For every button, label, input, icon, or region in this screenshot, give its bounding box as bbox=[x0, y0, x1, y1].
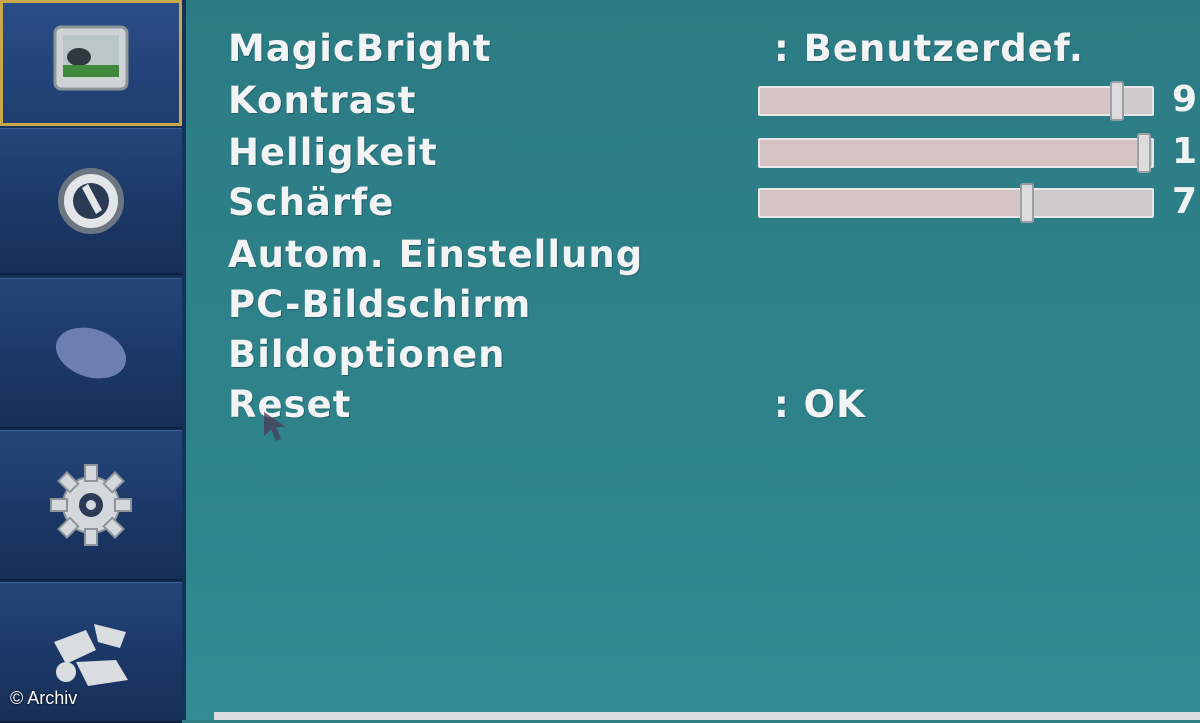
menu-item-schaerfe[interactable]: Schärfe bbox=[228, 180, 394, 226]
picture-icon bbox=[41, 13, 141, 113]
helligkeit-slider-thumb[interactable] bbox=[1137, 133, 1152, 173]
schaerfe-slider[interactable] bbox=[758, 183, 1154, 223]
helligkeit-slider[interactable] bbox=[758, 133, 1154, 173]
color-icon bbox=[46, 156, 136, 246]
kontrast-slider[interactable] bbox=[758, 81, 1154, 121]
helligkeit-number: 1 bbox=[1172, 132, 1198, 172]
tab-image-size[interactable] bbox=[0, 278, 182, 429]
helligkeit-slider-fill bbox=[760, 140, 1145, 166]
reset-value: : OK bbox=[774, 383, 866, 426]
menu-item-kontrast[interactable]: Kontrast bbox=[228, 78, 416, 124]
menu-item-helligkeit[interactable]: Helligkeit bbox=[228, 130, 438, 176]
magicbright-value: : Benutzerdef. bbox=[774, 27, 1084, 70]
kontrast-slider-fill bbox=[760, 88, 1117, 114]
menu-item-bildoptionen[interactable]: Bildoptionen bbox=[228, 332, 506, 378]
setup-gear-icon bbox=[41, 455, 141, 555]
sidebar bbox=[0, 0, 186, 723]
schaerfe-slider-thumb[interactable] bbox=[1019, 183, 1034, 223]
image-size-icon bbox=[41, 313, 141, 393]
bottom-divider bbox=[214, 712, 1200, 720]
schaerfe-number: 7 bbox=[1172, 182, 1198, 222]
information-icon bbox=[36, 602, 146, 702]
tab-color[interactable] bbox=[0, 128, 182, 275]
kontrast-slider-thumb[interactable] bbox=[1109, 81, 1124, 121]
menu-item-magicbright[interactable]: MagicBright bbox=[228, 26, 492, 72]
mouse-cursor-icon bbox=[262, 410, 298, 450]
menu-item-autom-einstellung[interactable]: Autom. Einstellung bbox=[228, 232, 643, 278]
menu-item-pc-bildschirm[interactable]: PC-Bildschirm bbox=[228, 282, 531, 328]
copyright-credit: © Archiv bbox=[10, 688, 78, 708]
tab-picture[interactable] bbox=[0, 0, 182, 126]
kontrast-number: 9 bbox=[1172, 80, 1198, 120]
tab-setup[interactable] bbox=[0, 430, 182, 581]
schaerfe-slider-fill bbox=[760, 190, 1027, 216]
